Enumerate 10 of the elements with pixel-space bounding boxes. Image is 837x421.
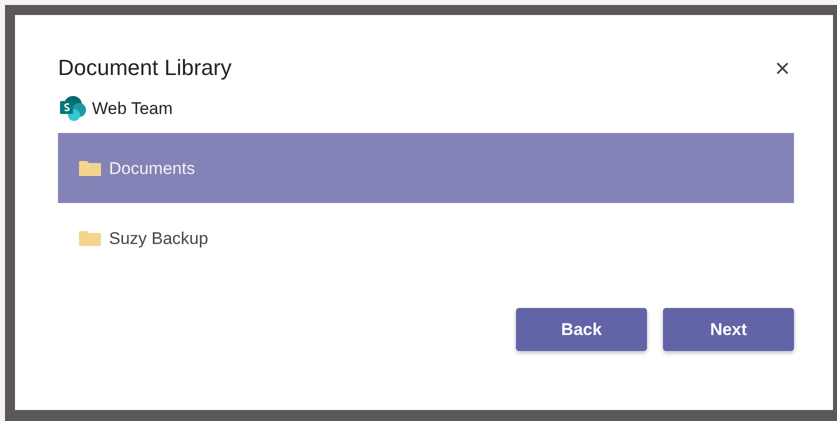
library-item[interactable]: Documents: [58, 133, 794, 204]
close-button[interactable]: ×: [770, 55, 794, 82]
folder-icon: [79, 160, 101, 176]
action-button[interactable]: Next: [663, 308, 794, 352]
action-button[interactable]: Back: [516, 308, 647, 352]
site-name: Web Team: [92, 98, 173, 120]
sharepoint-logo-icon: [58, 95, 88, 122]
folder-icon: [79, 230, 101, 246]
dialog-title: Document Library: [58, 55, 232, 82]
library-item[interactable]: Suzy Backup: [58, 203, 794, 274]
